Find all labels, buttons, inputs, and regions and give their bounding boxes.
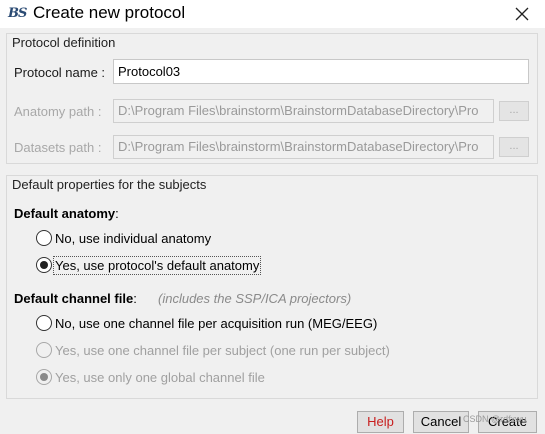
anatomy-option-individual[interactable]: No, use individual anatomy	[36, 229, 211, 247]
radio-button[interactable]	[36, 315, 52, 331]
protocol-name-input[interactable]: Protocol03	[113, 59, 529, 84]
cancel-button[interactable]: Cancel	[413, 411, 469, 433]
channel-hint: (includes the SSP/ICA projectors)	[158, 291, 352, 306]
brainstorm-app-icon: BS	[8, 6, 27, 21]
help-button[interactable]: Help	[357, 411, 404, 433]
radio-button-disabled	[36, 342, 52, 358]
default-anatomy-heading-text: Default anatomy	[14, 206, 116, 221]
channel-option-per-subject: Yes, use one channel file per subject (o…	[36, 341, 390, 359]
default-properties-title: Default properties for the subjects	[12, 177, 207, 192]
anatomy-browse-button[interactable]: ...	[499, 101, 529, 121]
channel-option-global: Yes, use only one global channel file	[36, 368, 265, 386]
default-channel-heading: Default channel file:	[14, 291, 137, 306]
radio-dot-icon	[40, 261, 48, 269]
radio-label: Yes, use only one global channel file	[55, 369, 265, 385]
default-channel-heading-colon: :	[133, 291, 137, 306]
radio-button[interactable]	[36, 230, 52, 246]
close-button[interactable]	[499, 0, 545, 28]
radio-button-selected[interactable]	[36, 257, 52, 273]
protocol-definition-title: Protocol definition	[12, 35, 116, 50]
radio-label: No, use individual anatomy	[55, 230, 212, 246]
watermark: CSDN @rdfxwu	[463, 414, 527, 424]
protocol-name-label: Protocol name :	[14, 65, 106, 80]
radio-label: Yes, use protocol's default anatomy	[52, 255, 262, 275]
default-anatomy-heading-colon: :	[115, 206, 119, 221]
anatomy-option-default[interactable]: Yes, use protocol's default anatomy	[36, 255, 262, 275]
radio-dot-icon	[40, 373, 48, 381]
anatomy-path-label: Anatomy path :	[14, 104, 102, 119]
default-anatomy-heading: Default anatomy:	[14, 206, 119, 221]
datasets-path-input[interactable]: D:\Program Files\brainstorm\BrainstormDa…	[113, 135, 494, 159]
datasets-path-label: Datasets path :	[14, 140, 102, 155]
window-title: Create new protocol	[33, 3, 186, 22]
channel-option-per-run[interactable]: No, use one channel file per acquisition…	[36, 314, 377, 332]
default-channel-heading-text: Default channel file	[14, 291, 134, 306]
radio-label: No, use one channel file per acquisition…	[55, 315, 378, 331]
datasets-browse-button[interactable]: ...	[499, 137, 529, 157]
radio-button-selected-disabled	[36, 369, 52, 385]
title-bar: BS Create new protocol	[0, 0, 545, 28]
anatomy-path-input[interactable]: D:\Program Files\brainstorm\BrainstormDa…	[113, 99, 494, 123]
radio-label: Yes, use one channel file per subject (o…	[55, 342, 390, 358]
close-icon	[515, 7, 529, 21]
